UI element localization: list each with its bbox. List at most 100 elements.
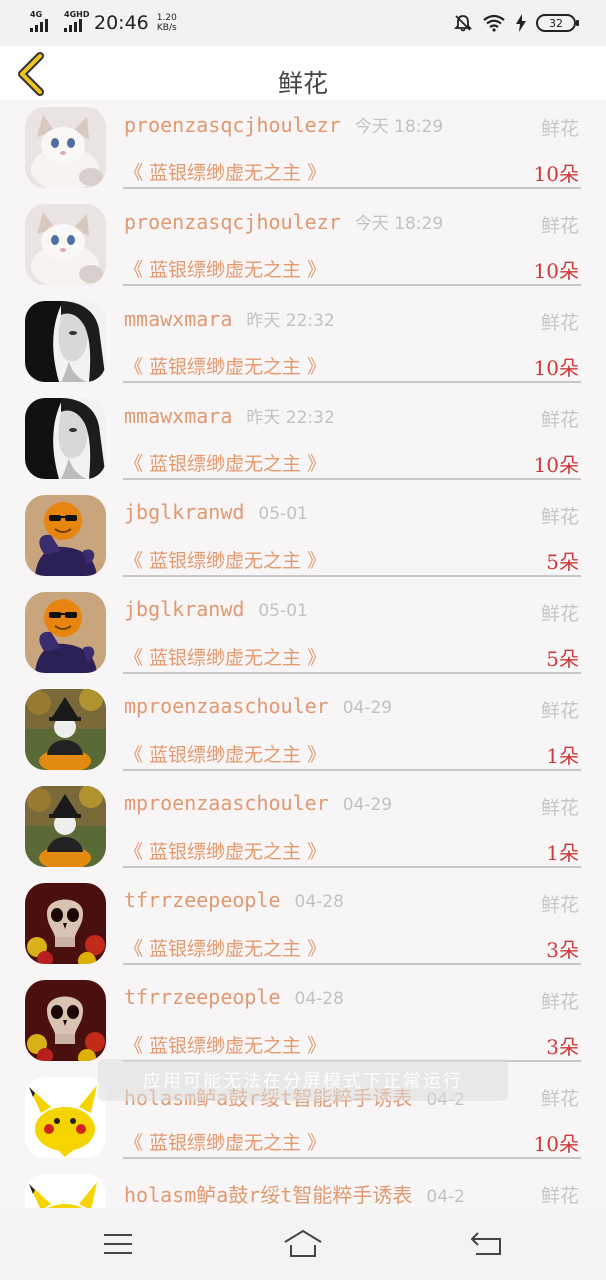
cell-signal-icon: 4G <box>30 10 48 32</box>
gift-type-label: 鲜花 <box>540 506 579 528</box>
avatar[interactable] <box>25 1174 106 1208</box>
username: jbglkranwd 05-01 <box>124 597 308 621</box>
menu-button[interactable] <box>100 1228 140 1260</box>
username-text: mproenzaaschouler <box>124 791 329 815</box>
username: tfrrzeepeople 04-28 <box>124 985 344 1009</box>
book-title: 《 蓝银缥缈虚无之主 》 <box>124 1035 327 1057</box>
flower-count: 10朵 <box>533 259 579 283</box>
gift-record-row[interactable]: proenzasqcjhoulezr 今天 18:29 鲜花《 蓝银缥缈虚无之主 》… <box>0 100 606 197</box>
gift-time: 04-28 <box>294 892 344 912</box>
gift-type-label: 鲜花 <box>540 700 579 722</box>
username: proenzasqcjhoulezr 今天 18:29 <box>124 112 443 137</box>
avatar[interactable] <box>25 689 106 770</box>
gift-type-label: 鲜花 <box>540 312 579 334</box>
gift-type-label: 鲜花 <box>540 215 579 237</box>
navigation-bar <box>0 1208 606 1280</box>
home-icon <box>284 1229 322 1257</box>
book-title: 《 蓝银缥缈虚无之主 》 <box>124 938 327 960</box>
gift-record-row[interactable]: tfrrzeepeople 04-28 鲜花《 蓝银缥缈虚无之主 》 3朵 <box>0 973 606 1070</box>
username-text: mmawxmara <box>124 404 233 428</box>
gift-type-label: 鲜花 <box>540 991 579 1013</box>
book-title: 《 蓝银缥缈虚无之主 》 <box>124 259 327 281</box>
gift-time: 04-29 <box>342 795 393 815</box>
signal-1-label: 4G <box>30 10 43 19</box>
charging-icon <box>516 14 526 32</box>
status-bar: 4G 4GHD 20:46 1.20 KB/s 32 <box>0 0 606 46</box>
gift-record-row[interactable]: holasm鲈a鼓r绥t智能粹手诱表 04-2 鲜花 <box>0 1167 606 1208</box>
gift-type-label: 鲜花 <box>540 1088 579 1110</box>
home-button[interactable] <box>283 1228 323 1260</box>
page-header: 鲜花 <box>0 46 606 100</box>
gift-time: 04-29 <box>342 698 393 718</box>
avatar[interactable] <box>25 1077 106 1158</box>
avatar[interactable] <box>25 495 106 576</box>
username: holasm鲈a鼓r绥t智能粹手诱表 04-2 <box>124 1179 465 1208</box>
book-title: 《 蓝银缥缈虚无之主 》 <box>124 841 327 863</box>
row-divider <box>123 187 581 189</box>
gift-record-row[interactable]: mmawxmara 昨天 22:32 鲜花《 蓝银缥缈虚无之主 》 10朵 <box>0 294 606 391</box>
book-title: 《 蓝银缥缈虚无之主 》 <box>124 356 327 378</box>
row-divider <box>123 866 581 868</box>
avatar[interactable] <box>25 107 106 188</box>
gift-time: 昨天 22:32 <box>246 311 335 331</box>
avatar[interactable] <box>25 883 106 964</box>
wifi-icon <box>483 14 505 32</box>
net-speed-value: 1.20 <box>156 13 177 23</box>
username: tfrrzeepeople 04-28 <box>124 888 344 912</box>
flower-count: 10朵 <box>533 453 579 477</box>
system-back-button[interactable] <box>468 1228 508 1260</box>
gift-record-row[interactable]: mproenzaaschouler 04-29 鲜花《 蓝银缥缈虚无之主 》 1朵 <box>0 682 606 779</box>
mute-bell-icon <box>454 15 472 32</box>
gift-record-row[interactable]: mmawxmara 昨天 22:32 鲜花《 蓝银缥缈虚无之主 》 10朵 <box>0 391 606 488</box>
status-time: 20:46 <box>94 12 149 34</box>
avatar[interactable] <box>25 398 106 479</box>
username-text: jbglkranwd <box>124 500 245 524</box>
avatar[interactable] <box>25 592 106 673</box>
flower-count: 1朵 <box>546 744 579 768</box>
username-text: mproenzaaschouler <box>124 694 329 718</box>
row-divider <box>123 478 581 480</box>
gift-type-label: 鲜花 <box>540 1185 579 1207</box>
gift-record-row[interactable]: jbglkranwd 05-01 鲜花《 蓝银缥缈虚无之主 》 5朵 <box>0 488 606 585</box>
row-divider <box>123 284 581 286</box>
username: mmawxmara 昨天 22:32 <box>124 403 335 428</box>
gift-time: 04-28 <box>294 989 344 1009</box>
flower-count: 3朵 <box>546 938 579 962</box>
avatar[interactable] <box>25 786 106 867</box>
page-title: 鲜花 <box>277 69 328 98</box>
battery-level: 32 <box>549 16 563 30</box>
avatar[interactable] <box>25 204 106 285</box>
book-title: 《 蓝银缥缈虚无之主 》 <box>124 744 327 766</box>
username: mproenzaaschouler 04-29 <box>124 791 392 815</box>
username: mproenzaaschouler 04-29 <box>124 694 392 718</box>
username-text: jbglkranwd <box>124 597 245 621</box>
gift-record-row[interactable]: proenzasqcjhoulezr 今天 18:29 鲜花《 蓝银缥缈虚无之主 》… <box>0 197 606 294</box>
username-text: proenzasqcjhoulezr <box>124 113 341 137</box>
avatar[interactable] <box>25 980 106 1061</box>
flower-count: 1朵 <box>546 841 579 865</box>
row-divider <box>123 672 581 674</box>
gift-type-label: 鲜花 <box>540 894 579 916</box>
back-arrow-icon <box>470 1232 501 1255</box>
username-text: tfrrzeepeople <box>124 985 281 1009</box>
gift-time: 04-2 <box>426 1187 465 1207</box>
avatar[interactable] <box>25 301 106 382</box>
flower-count: 10朵 <box>533 356 579 380</box>
gift-type-label: 鲜花 <box>540 603 579 625</box>
gift-record-row[interactable]: tfrrzeepeople 04-28 鲜花《 蓝银缥缈虚无之主 》 3朵 <box>0 876 606 973</box>
username: mmawxmara 昨天 22:32 <box>124 306 335 331</box>
gift-record-row[interactable]: jbglkranwd 05-01 鲜花《 蓝银缥缈虚无之主 》 5朵 <box>0 585 606 682</box>
gift-time: 昨天 22:32 <box>246 408 335 428</box>
username: proenzasqcjhoulezr 今天 18:29 <box>124 209 443 234</box>
username-text: holasm鲈a鼓r绥t智能粹手诱表 <box>124 1183 413 1207</box>
book-title: 《 蓝银缥缈虚无之主 》 <box>124 647 327 669</box>
gift-record-row[interactable]: mproenzaaschouler 04-29 鲜花《 蓝银缥缈虚无之主 》 1朵 <box>0 779 606 876</box>
book-title: 《 蓝银缥缈虚无之主 》 <box>124 550 327 572</box>
flower-count: 5朵 <box>546 550 579 574</box>
username-text: mmawxmara <box>124 307 233 331</box>
split-screen-toast: 应用可能无法在分屏模式下正常运行 <box>98 1059 508 1101</box>
cell-signal-hd-icon: 4GHD <box>64 10 89 32</box>
gift-time: 05-01 <box>258 504 308 524</box>
flower-count: 10朵 <box>533 162 579 186</box>
flower-count: 3朵 <box>546 1035 579 1059</box>
